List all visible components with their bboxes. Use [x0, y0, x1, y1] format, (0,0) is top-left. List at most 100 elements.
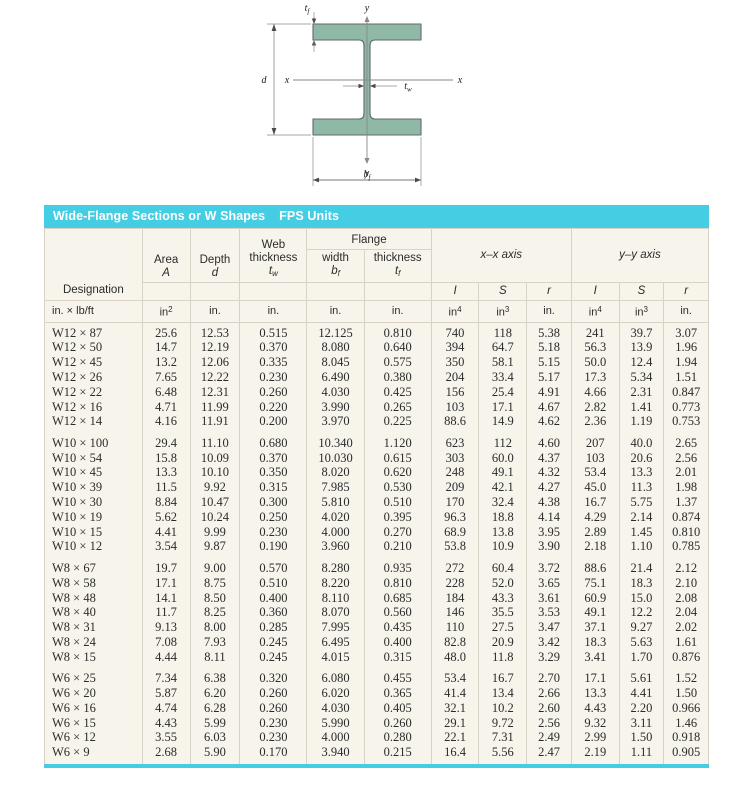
cell-value: 4.91 [526, 385, 572, 400]
table-row[interactable]: W8 × 15 4.44 8.11 0.245 4.015 0.315 48.0 11.8 3.… [44, 650, 709, 669]
table-row[interactable]: W8 × 40 11.7 8.25 0.360 8.070 0.560 146 35.5 3.5… [44, 606, 709, 621]
header-web-thickness-label: thickness [249, 252, 298, 264]
cell-value: 0.435 [363, 620, 432, 636]
cell-value: 7.93 [189, 635, 241, 651]
table-row[interactable]: W10 × 30 8.84 10.47 0.300 5.810 0.510 170 32.4 4… [44, 495, 709, 511]
table-row[interactable]: W12 × 26 7.65 12.22 0.230 6.490 0.380 204 33.4 5… [44, 370, 709, 386]
cell-value: 50.0 [570, 355, 620, 371]
table-row[interactable]: W8 × 67 19.7 9.00 0.570 8.280 0.935 272 60.4 3.7… [44, 557, 709, 577]
table-row[interactable]: W6 × 12 3.55 6.03 0.230 4.000 0.280 22.1 7.31 2.… [44, 731, 709, 746]
cell-value: 0.370 [239, 341, 308, 356]
wide-flange-table: Wide-Flange Sections or W Shapes FPS Unit… [44, 205, 710, 768]
cell-value: 0.876 [663, 650, 709, 669]
cell-value: 0.215 [363, 745, 432, 764]
table-row[interactable]: W6 × 15 4.43 5.99 0.230 5.990 0.260 29.1 9.72 2.… [44, 716, 709, 731]
cell-value: 0.810 [363, 576, 432, 591]
label-x-left: x [283, 75, 289, 86]
tf-arrow-upper [311, 18, 316, 24]
table-row[interactable]: W10 × 19 5.62 10.24 0.250 4.020 0.395 96.3 18.8… [44, 510, 709, 525]
cell-designation: W10 × 45 [44, 466, 143, 481]
label-y-top: y [363, 3, 369, 14]
tw-arrow-right [369, 83, 375, 89]
table-row[interactable]: W12 × 14 4.16 11.91 0.200 3.970 0.225 88.6 14.9… [44, 414, 709, 433]
cell-value: 3.960 [306, 539, 365, 558]
cell-value: 4.015 [306, 650, 365, 669]
cell-value: 1.120 [363, 432, 432, 452]
table-row[interactable]: W8 × 31 9.13 8.00 0.285 7.995 0.435 110 27.5 3.4… [44, 620, 709, 636]
table-row[interactable]: W8 × 58 17.1 8.75 0.510 8.220 0.810 228 52.0 3.6… [44, 576, 709, 591]
cell-value: 0.320 [239, 668, 308, 687]
cell-value: 88.6 [570, 557, 620, 577]
header-area: Area A [141, 228, 191, 283]
cell-value: 0.405 [363, 701, 432, 716]
cell-value: 2.99 [570, 731, 620, 746]
table-row[interactable]: W8 × 24 7.08 7.93 0.245 6.495 0.400 82.8 20.9 3.… [44, 635, 709, 651]
cell-value: 3.07 [663, 322, 709, 341]
table-row[interactable]: W10 × 12 3.54 9.87 0.190 3.960 0.210 53.8 10.9 3… [44, 539, 709, 558]
cell-value: 0.515 [239, 322, 308, 341]
cell-value: 3.42 [526, 635, 572, 651]
table-row[interactable]: W6 × 9 2.68 5.90 0.170 3.940 0.215 16.4 5.56 2.4… [44, 745, 709, 764]
table-row[interactable]: W12 × 45 13.2 12.06 0.335 8.045 0.575 350 58.1 5… [44, 355, 709, 371]
table-row[interactable]: W6 × 16 4.74 6.28 0.260 4.030 0.405 32.1 10.2 2.… [44, 701, 709, 716]
cell-value: 5.15 [526, 355, 572, 371]
cell-value: 0.966 [663, 701, 709, 716]
table-row[interactable]: W6 × 25 7.34 6.38 0.320 6.080 0.455 53.4 16.7 2.… [44, 668, 709, 687]
header-depth: Depth d [189, 228, 241, 283]
cell-value: 2.31 [618, 385, 665, 400]
cell-value: 10.10 [189, 466, 241, 481]
cell-value: 7.65 [141, 370, 191, 386]
table-row[interactable]: W10 × 15 4.41 9.99 0.230 4.000 0.270 68.9 13.8 3… [44, 525, 709, 540]
header-y-r: r [663, 282, 709, 301]
cell-designation: W10 × 15 [44, 525, 143, 540]
cell-value: 16.7 [478, 668, 528, 687]
units-x-I-base: in [448, 306, 458, 319]
cell-value: 6.495 [306, 635, 365, 651]
cell-value: 4.030 [306, 701, 365, 716]
cell-value: 272 [430, 557, 480, 577]
cell-value: 4.000 [306, 731, 365, 746]
cell-value: 146 [430, 606, 480, 621]
header-web-symbol-sub: w [272, 269, 278, 278]
units-y-S: in3 [618, 300, 665, 323]
cell-value: 2.60 [526, 701, 572, 716]
table-row[interactable]: W8 × 48 14.1 8.50 0.400 8.110 0.685 184 43.3 3.6… [44, 591, 709, 606]
cell-value: 64.7 [478, 341, 528, 356]
cell-value: 0.260 [239, 701, 308, 716]
cell-value: 6.020 [306, 686, 365, 702]
cell-value: 241 [570, 322, 620, 341]
cell-value: 8.070 [306, 606, 365, 621]
header-depth-symbol: d [211, 267, 219, 279]
table-row[interactable]: W10 × 100 29.4 11.10 0.680 10.340 1.120 623 112… [44, 432, 709, 452]
cell-designation: W10 × 100 [44, 432, 143, 452]
cell-value: 2.20 [618, 701, 665, 716]
table-row[interactable]: W12 × 22 6.48 12.31 0.260 4.030 0.425 156 25.4 4… [44, 385, 709, 400]
table-row[interactable]: W10 × 45 13.3 10.10 0.350 8.020 0.620 248 49.1 4… [44, 466, 709, 481]
units-flange-thickness: in. [363, 300, 432, 323]
cell-value: 37.1 [570, 620, 620, 636]
header-web-symbol: tw [269, 265, 278, 278]
cell-value: 5.810 [306, 495, 365, 511]
cell-value: 0.170 [239, 745, 308, 764]
cell-value: 39.7 [618, 322, 665, 341]
cell-value: 0.560 [363, 606, 432, 621]
table-row[interactable]: W6 × 20 5.87 6.20 0.260 6.020 0.365 41.4 13.4 2.… [44, 686, 709, 702]
cell-value: 0.620 [363, 466, 432, 481]
table-row[interactable]: W12 × 50 14.7 12.19 0.370 8.080 0.640 394 64.7 5… [44, 341, 709, 356]
row-group-w10: W10 × 100 29.4 11.10 0.680 10.340 1.120 623 112… [44, 432, 709, 558]
header-flange-thickness: thickness tf [363, 249, 432, 283]
header-flange-thickness-label: thickness [373, 252, 422, 264]
table-row[interactable]: W12 × 16 4.71 11.99 0.220 3.990 0.265 103 17.1 4… [44, 400, 709, 415]
table-row[interactable]: W10 × 39 11.5 9.92 0.315 7.985 0.530 209 42.1 4.… [44, 481, 709, 496]
cell-value: 0.615 [363, 451, 432, 466]
cell-value: 12.125 [306, 322, 365, 341]
cell-value: 0.425 [363, 385, 432, 400]
cell-designation: W12 × 45 [44, 355, 143, 371]
cell-value: 0.640 [363, 341, 432, 356]
cell-value: 4.41 [141, 525, 191, 540]
cell-value: 8.00 [189, 620, 241, 636]
cell-value: 29.4 [141, 432, 191, 452]
table-row[interactable]: W12 × 87 25.6 12.53 0.515 12.125 0.810 740 118 5… [44, 322, 709, 341]
beam-diagram: tf y y x x d tw bf [0, 0, 753, 198]
table-row[interactable]: W10 × 54 15.8 10.09 0.370 10.030 0.615 303 60.0… [44, 451, 709, 466]
